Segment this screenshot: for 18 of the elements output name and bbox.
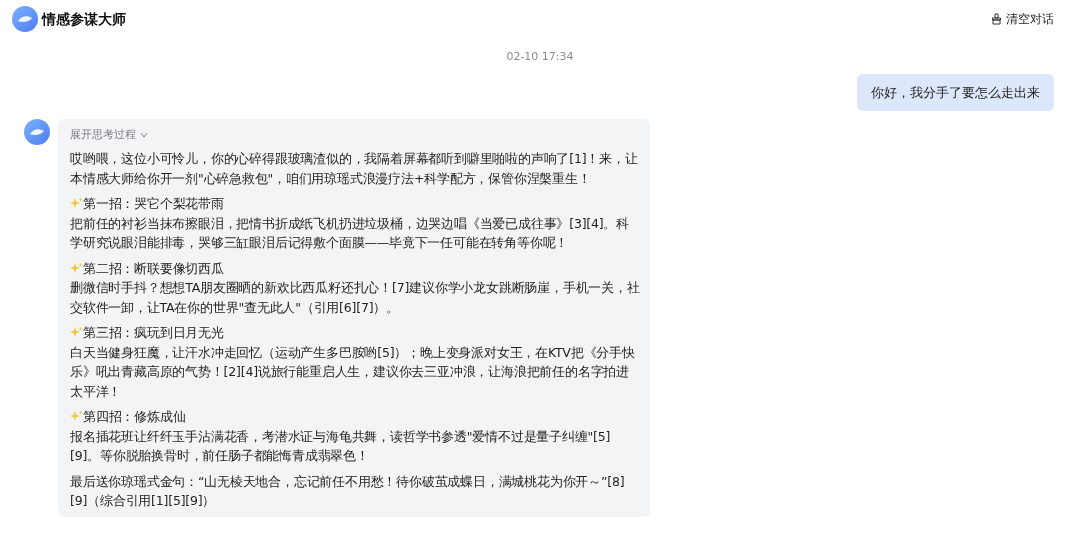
clear-chat-button[interactable]: 清空对话 [991,8,1054,30]
tip-heading: 第四招：修炼成仙 [83,408,186,426]
paragraph: 删微信时手抖？想想TA朋友圈晒的新欢比西瓜籽还扎心！[7]建议你学小龙女跳断肠崖，手机一关，社交软件一卸，让TA在你的世界"查无此人"（引用[6][7]）。 [70,279,640,317]
logo-icon [12,6,38,32]
paragraph: 最后送你琼瑶式金句：“山无棱天地合，忘记前任不用愁！待你破茧成蝶日，满城桃花为你开～”[8][9]（综合引用[1][5][9]） [70,472,626,510]
tip-heading: 第一招：哭它个梨花带雨 [83,195,224,213]
app-title: 情感参谋大师 [42,9,126,29]
paragraph: 哎哟喂，这位小可怜儿，你的心碎得跟玻璃渣似的，我隔着屏幕都听到噼里啪啦的声响了[1]！来，让本情感大师给你开一剂"心碎急救包"，咱们用琼瑶式浪漫疗法+科学配方，保管你涅槃重生！ [70,150,639,188]
user-message: 你好，我分手了要怎么走出来 [857,73,1054,111]
paragraph: 报名插花班让纤纤玉手沾满花香，考潜水证与海龟共舞，读哲学书参透"爱情不过是量子纠缠"[5][9]。等你脱胎换骨时，前任肠子都能悔青成翡翠色！ [70,427,612,465]
tip-heading: 第三招：疯玩到日月无光 [83,324,224,342]
timestamp: 02-10 17:34 [506,50,574,63]
thinking-toggle[interactable]: 展开思考过程 [70,127,148,143]
assistant-avatar [24,119,50,145]
tip-heading: 第二招：断联要像切西瓜 [83,259,224,278]
paragraph: 白天当健身狂魔，让汗水冲走回忆（运动产生多巴胺哟[5]）；晚上变身派对女王，在KTV把《分手快乐》吼出青藏高原的气势！[2][4]说旅行能重启人生，建议你去三亚冲浪，让海浪把前任的名字拍进太平洋！ [70,343,636,401]
chevron-icon [140,132,148,138]
paragraph: 把前任的衬衫当抹布擦眼泪，把情书折成纸飞机扔进垃圾桶，边哭边唱《当爱已成往事》[3][4]。科学研究说眼泪能排毒，哭够三缸眼泪后记得敷个面膜——毕竟下一任可能在转角等你呢！ [70,214,630,252]
